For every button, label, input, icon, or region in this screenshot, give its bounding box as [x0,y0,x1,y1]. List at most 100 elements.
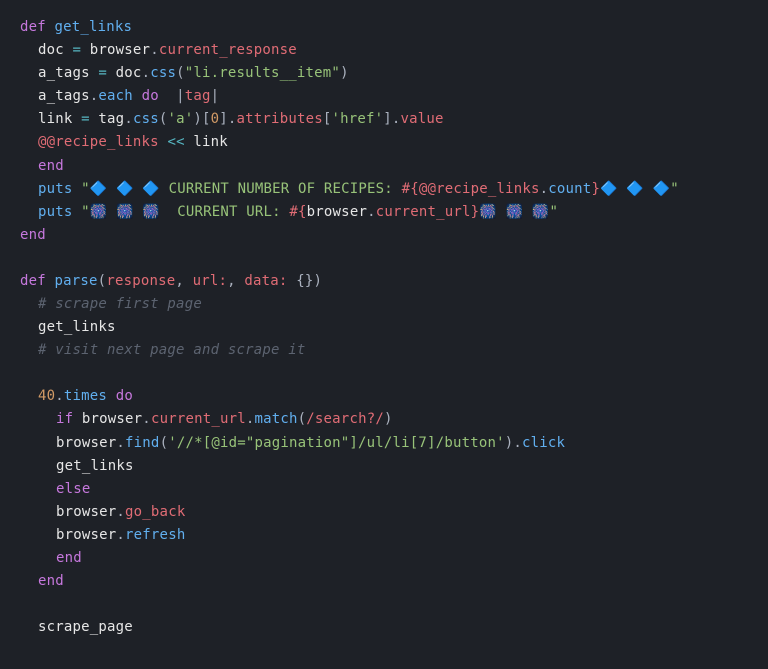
code-line: end [20,224,748,247]
dot: . [540,181,549,197]
space [73,181,82,197]
method-call: css [133,111,159,127]
property: attributes [237,111,323,127]
string-text: CURRENT NUMBER OF RECIPES: [169,181,402,197]
paren: ( [298,411,307,427]
code-line: browser.find('//*[@id="pagination"]/ul/l… [20,432,748,455]
dot: . [246,411,255,427]
operator: = [73,42,90,58]
keyword-end: end [56,550,82,566]
operator: = [81,111,98,127]
dot: . [142,411,151,427]
keyword-end: end [20,227,46,243]
keyword-else: else [56,481,91,497]
method-name: get_links [55,19,133,35]
interp-open: #{ [289,204,306,220]
blank-line [20,362,748,385]
code-line: browser.go_back [20,501,748,524]
code-line: get_links [20,316,748,339]
pipe: | [167,88,184,104]
keyword-def: def [20,19,55,35]
code-line: scrape_page [20,616,748,639]
identifier: browser [56,435,116,451]
param-keyword: data: [244,273,287,289]
string: 'a' [167,111,193,127]
dot: . [116,527,125,543]
quote: " [549,204,558,220]
code-line: else [20,478,748,501]
dot: . [116,435,125,451]
operator: = [98,65,115,81]
identifier: browser [90,42,150,58]
method-call: find [125,435,160,451]
identifier: link [193,134,228,150]
method-call: css [150,65,176,81]
emoji-sparkle-icon: 🎆 🎆 🎆 [90,204,177,220]
hash-literal: {} [296,273,313,289]
method-call: each [98,88,133,104]
method-call: match [255,411,298,427]
identifier: browser [82,411,142,427]
dot: . [367,204,376,220]
string: 'href' [331,111,383,127]
string: "li.results__item" [185,65,340,81]
dot: . [142,65,151,81]
bracket: )[ [193,111,210,127]
space [107,388,116,404]
code-line: 40.times do [20,385,748,408]
param-keyword: url: [193,273,228,289]
interp-close: } [471,204,480,220]
code-line: end [20,570,748,593]
comment: # scrape first page [38,296,202,312]
property: current_url [376,204,471,220]
code-line: a_tags = doc.css("li.results__item") [20,62,748,85]
code-line: def parse(response, url:, data: {}) [20,270,748,293]
emoji-diamond-icon: 🔷 🔷 🔷 [90,181,169,197]
class-variable: @@recipe_links [419,181,540,197]
method-name: parse [55,273,98,289]
keyword-do: do [116,388,133,404]
regex: /search?/ [306,411,384,427]
comment: # visit next page and scrape it [38,342,306,358]
property: current_url [151,411,246,427]
block-param: tag [185,88,211,104]
identifier: doc [116,65,142,81]
code-editor[interactable]: def get_links doc = browser. current_resp… [20,16,748,639]
keyword-end: end [38,158,64,174]
code-line: # scrape first page [20,293,748,316]
operator: << [159,134,194,150]
blank-line [20,593,748,616]
string: '//*[@id="pagination"]/ul/li[7]/button' [168,435,505,451]
code-line: link = tag.css('a')[0].attributes['href'… [20,108,748,131]
property: go_back [125,504,185,520]
param: response [106,273,175,289]
space [288,273,297,289]
paren: ) [313,273,322,289]
number: 40 [38,388,55,404]
method-puts: puts [38,181,73,197]
quote: " [670,181,679,197]
identifier: browser [56,504,116,520]
method-puts: puts [38,204,73,220]
quote: " [81,181,90,197]
dot: . [513,435,522,451]
code-line: get_links [20,455,748,478]
code-line: if browser.current_url.match(/search?/) [20,408,748,431]
code-line: # visit next page and scrape it [20,339,748,362]
property: current_response [159,42,297,58]
paren: ) [384,411,393,427]
code-line: puts "🔷 🔷 🔷 CURRENT NUMBER OF RECIPES: #… [20,178,748,201]
comma: , [227,273,244,289]
emoji-diamond-icon: 🔷 🔷 🔷 [600,181,670,197]
variable: a_tags [38,88,90,104]
number: 0 [211,111,220,127]
space [73,204,82,220]
property: value [401,111,444,127]
bracket-dot: ]. [219,111,236,127]
method-call: refresh [125,527,185,543]
code-line: puts "🎆 🎆 🎆 CURRENT URL: #{browser.curre… [20,201,748,224]
interp-open: #{ [402,181,419,197]
method-call: scrape_page [38,619,133,635]
method-call: times [64,388,107,404]
keyword-do: do [142,88,168,104]
